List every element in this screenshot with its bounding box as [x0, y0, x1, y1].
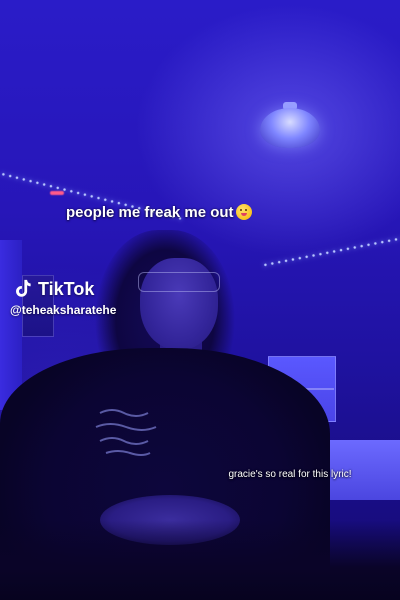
shirt-print-graphic: [95, 409, 157, 456]
winking-tongue-emoji-icon: [235, 204, 252, 220]
led-pink-light: [50, 191, 64, 195]
video-caption: people me freak me out: [66, 204, 252, 221]
video-frame[interactable]: people me freak me out TikTok @teheaksha…: [0, 0, 400, 600]
door: [0, 240, 22, 410]
ceiling-light: [260, 108, 320, 148]
tiktok-logo-icon: [16, 279, 31, 297]
creator-handle: @teheaksharatehe: [10, 303, 117, 317]
sub-caption: gracie's so real for this lyric!: [228, 469, 352, 480]
led-strip-right: [261, 235, 400, 267]
foreground-shadow: [0, 520, 400, 600]
tiktok-brand: TikTok: [38, 278, 95, 299]
glasses: [138, 272, 220, 292]
tiktok-watermark: TikTok: [12, 278, 94, 300]
caption-text: people me freak me out: [66, 204, 234, 221]
